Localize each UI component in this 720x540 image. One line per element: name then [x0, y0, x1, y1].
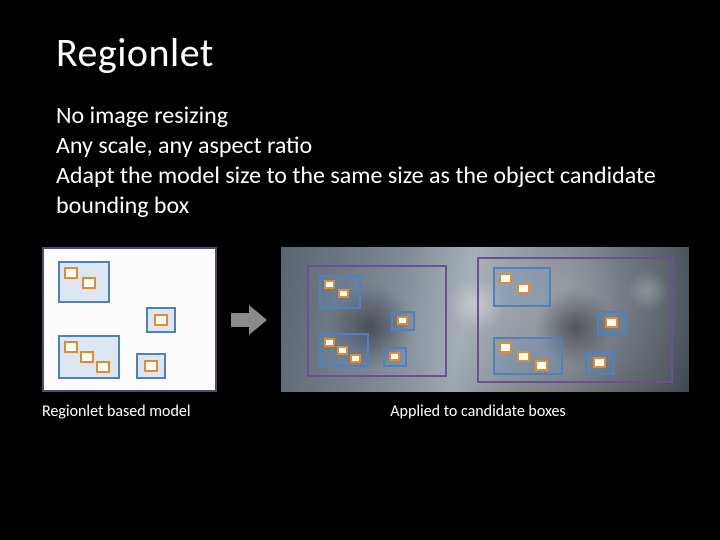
regionlet: [96, 361, 110, 373]
region: [136, 353, 166, 379]
regionlet: [350, 354, 361, 363]
region: [383, 347, 407, 367]
region: [58, 261, 110, 303]
slide: Regionlet No image resizing Any scale, a…: [0, 0, 720, 540]
regionlet: [593, 357, 606, 368]
regionlet: [517, 351, 530, 362]
slide-title: Regionlet: [56, 28, 664, 77]
caption-right: Applied to candidate boxes: [292, 402, 664, 421]
regionlet: [605, 317, 618, 328]
region: [493, 337, 563, 375]
body-line-2: Any scale, any aspect ratio: [56, 131, 664, 161]
regionlet: [389, 352, 400, 361]
region: [597, 311, 627, 335]
captions: Regionlet based model Applied to candida…: [56, 402, 664, 421]
regionlet: [338, 289, 349, 298]
region: [391, 311, 415, 331]
regionlet: [82, 277, 96, 289]
body-line-1: No image resizing: [56, 101, 664, 131]
candidate-box: [307, 265, 447, 377]
regionlet: [535, 360, 548, 371]
regionlet: [499, 342, 512, 353]
region: [493, 267, 551, 307]
region: [319, 333, 369, 367]
applied-photo: [281, 247, 689, 392]
regionlet: [154, 314, 168, 326]
regionlet: [337, 346, 348, 355]
figure-row: [42, 247, 664, 392]
regionlet: [517, 283, 530, 294]
region: [585, 351, 615, 375]
region: [146, 307, 176, 333]
regionlet: [80, 351, 94, 363]
regionlet: [144, 360, 158, 372]
regionlet: [324, 280, 335, 289]
candidate-box: [477, 257, 673, 383]
regionlet: [397, 316, 408, 325]
body-text: No image resizing Any scale, any aspect …: [56, 101, 664, 221]
regionlet: [64, 341, 78, 353]
regionlet: [324, 338, 335, 347]
regionlet: [64, 267, 78, 279]
model-diagram: [42, 247, 217, 392]
regionlet: [499, 273, 512, 284]
arrow-icon: [231, 305, 267, 335]
region: [58, 335, 120, 379]
body-line-3: Adapt the model size to the same size as…: [56, 161, 664, 221]
caption-left: Regionlet based model: [42, 402, 262, 421]
region: [319, 275, 361, 309]
